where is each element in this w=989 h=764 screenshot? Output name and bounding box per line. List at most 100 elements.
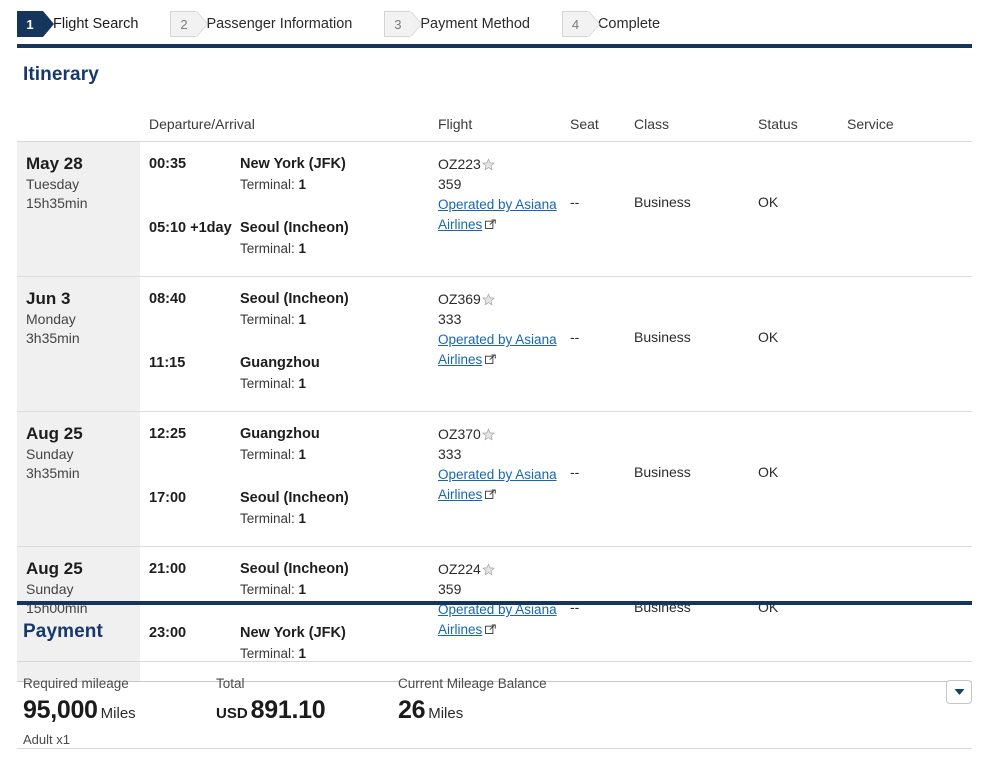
header-date <box>17 132 140 141</box>
row-date-cell: Aug 25 Sunday 3h35min <box>17 412 140 546</box>
required-mileage-label: Required mileage <box>23 676 129 691</box>
page-bottom-rule <box>17 748 972 749</box>
header-seat: Seat <box>570 116 599 132</box>
mileage-balance-value: 26 Miles <box>398 696 798 725</box>
row-times-cell: 00:35 05:10 +1day <box>140 142 240 276</box>
header-service: Service <box>847 116 894 132</box>
total-value: USD 891.10 <box>216 696 398 725</box>
total-currency: USD <box>216 705 248 722</box>
header-flight: Flight <box>438 116 473 132</box>
arrival-airport: Seoul (Incheon) <box>240 490 349 506</box>
status-value: OK <box>758 329 779 345</box>
status-value: OK <box>758 464 779 480</box>
flight-number-line: OZ224 <box>438 559 564 579</box>
row-flight-cell: OZ370 333 Operated by Asiana Airlines <box>438 412 570 546</box>
class-value: Business <box>634 464 691 480</box>
seat-value: -- <box>570 194 580 210</box>
row-times-cell: 12:25 17:00 <box>140 412 240 546</box>
required-mileage-number: 95,000 <box>23 696 98 724</box>
aircraft-equipment: 359 <box>438 581 462 597</box>
payment-title: Payment <box>23 621 103 642</box>
class-value: Business <box>634 194 691 210</box>
step-1-label: Flight Search <box>53 16 139 32</box>
departure-time: 12:25 <box>149 426 187 442</box>
flight-number-line: OZ223 <box>438 154 564 174</box>
row-service-cell <box>847 412 972 546</box>
step-passenger-information[interactable]: 2 Passenger Information <box>170 11 352 37</box>
passenger-count: Adult x1 <box>23 732 70 747</box>
step-2-badge: 2 <box>170 11 197 37</box>
step-4-label: Complete <box>597 16 661 32</box>
operated-by-link[interactable]: Operated by Asiana Airlines <box>438 332 557 367</box>
row-date: Jun 3 <box>26 289 71 308</box>
mileage-balance-number: 26 <box>398 696 426 724</box>
row-service-cell <box>847 142 972 276</box>
chevron-down-icon <box>954 689 964 695</box>
departure-airport: New York (JFK) <box>240 156 346 172</box>
row-seat-cell: -- <box>570 277 634 411</box>
arrival-terminal: Terminal: 1 <box>240 376 307 391</box>
external-link-icon <box>485 219 496 229</box>
step-complete[interactable]: 4 Complete <box>561 11 661 37</box>
operated-by-link[interactable]: Operated by Asiana Airlines <box>438 467 557 502</box>
row-places-cell: Seoul (Incheon) Terminal: 1 Guangzhou Termi… <box>240 277 438 411</box>
arrival-terminal: Terminal: 1 <box>240 241 307 256</box>
table-row: Jun 3 Monday 3h35min 08:40 11:15 Seoul (Inche… <box>17 277 972 412</box>
flight-number: OZ369 <box>438 291 481 307</box>
departure-terminal: Terminal: 1 <box>240 582 307 597</box>
row-class-cell: Business <box>634 412 758 546</box>
row-date-cell: Jun 3 Monday 3h35min <box>17 277 140 411</box>
departure-airport: Seoul (Incheon) <box>240 291 349 307</box>
step-3-label: Payment Method <box>420 16 530 32</box>
departure-terminal: Terminal: 1 <box>240 447 307 462</box>
header-status: Status <box>758 116 798 132</box>
arrival-airport: Guangzhou <box>240 355 320 371</box>
row-date-cell: May 28 Tuesday 15h35min <box>17 142 140 276</box>
row-duration: 3h35min <box>26 330 80 346</box>
flight-number-line: OZ370 <box>438 424 564 444</box>
step-2-label: Passenger Information <box>206 16 353 32</box>
step-1-badge: 1 <box>17 11 54 37</box>
operated-by-link[interactable]: Operated by Asiana Airlines <box>438 197 557 232</box>
arrival-airport: Seoul (Incheon) <box>240 220 349 236</box>
step-3-badge: 3 <box>384 11 411 37</box>
row-status-cell: OK <box>758 142 847 276</box>
mileage-balance-unit: Miles <box>428 705 464 722</box>
row-class-cell: Business <box>634 277 758 411</box>
table-row: May 28 Tuesday 15h35min 00:35 05:10 +1day New… <box>17 142 972 277</box>
departure-time: 08:40 <box>149 291 187 307</box>
header-departure-arrival: Departure/Arrival <box>149 116 255 132</box>
departure-airport: Guangzhou <box>240 426 320 442</box>
external-link-icon <box>485 354 496 364</box>
seat-value: -- <box>570 464 580 480</box>
arrival-time: 05:10 +1day <box>149 220 232 236</box>
row-weekday: Monday <box>26 311 76 327</box>
row-places-cell: Guangzhou Terminal: 1 Seoul (Incheon) Termi… <box>240 412 438 546</box>
header-class: Class <box>634 116 670 132</box>
flight-number: OZ224 <box>438 561 481 577</box>
row-duration: 15h35min <box>26 195 88 211</box>
required-mileage-block: Required mileage 95,000 Miles Adult x1 <box>23 676 216 747</box>
aircraft-equipment: 359 <box>438 176 462 192</box>
flight-number: OZ370 <box>438 426 481 442</box>
payment-details-toggle-button[interactable] <box>946 680 972 704</box>
row-service-cell <box>847 277 972 411</box>
star-alliance-icon <box>481 563 495 576</box>
flight-number: OZ223 <box>438 156 481 172</box>
row-places-cell: New York (JFK) Terminal: 1 Seoul (Incheon)… <box>240 142 438 276</box>
required-mileage-value: 95,000 Miles <box>23 696 216 725</box>
departure-airport: Seoul (Incheon) <box>240 561 349 577</box>
row-flight-cell: OZ223 359 Operated by Asiana Airlines <box>438 142 570 276</box>
row-times-cell: 08:40 11:15 <box>140 277 240 411</box>
star-alliance-icon <box>481 158 495 171</box>
step-flight-search[interactable]: 1 Flight Search <box>17 11 138 37</box>
row-seat-cell: -- <box>570 412 634 546</box>
itinerary-table-header: Departure/Arrival Flight Seat Class Stat… <box>17 106 972 142</box>
row-status-cell: OK <box>758 277 847 411</box>
itinerary-title: Itinerary <box>23 64 99 85</box>
total-label: Total <box>216 676 245 691</box>
payment-section: Payment Required mileage 95,000 Miles Adu… <box>17 601 972 764</box>
arrival-terminal: Terminal: 1 <box>240 511 307 526</box>
step-payment-method[interactable]: 3 Payment Method <box>384 11 530 37</box>
step-4-badge: 4 <box>561 11 588 37</box>
